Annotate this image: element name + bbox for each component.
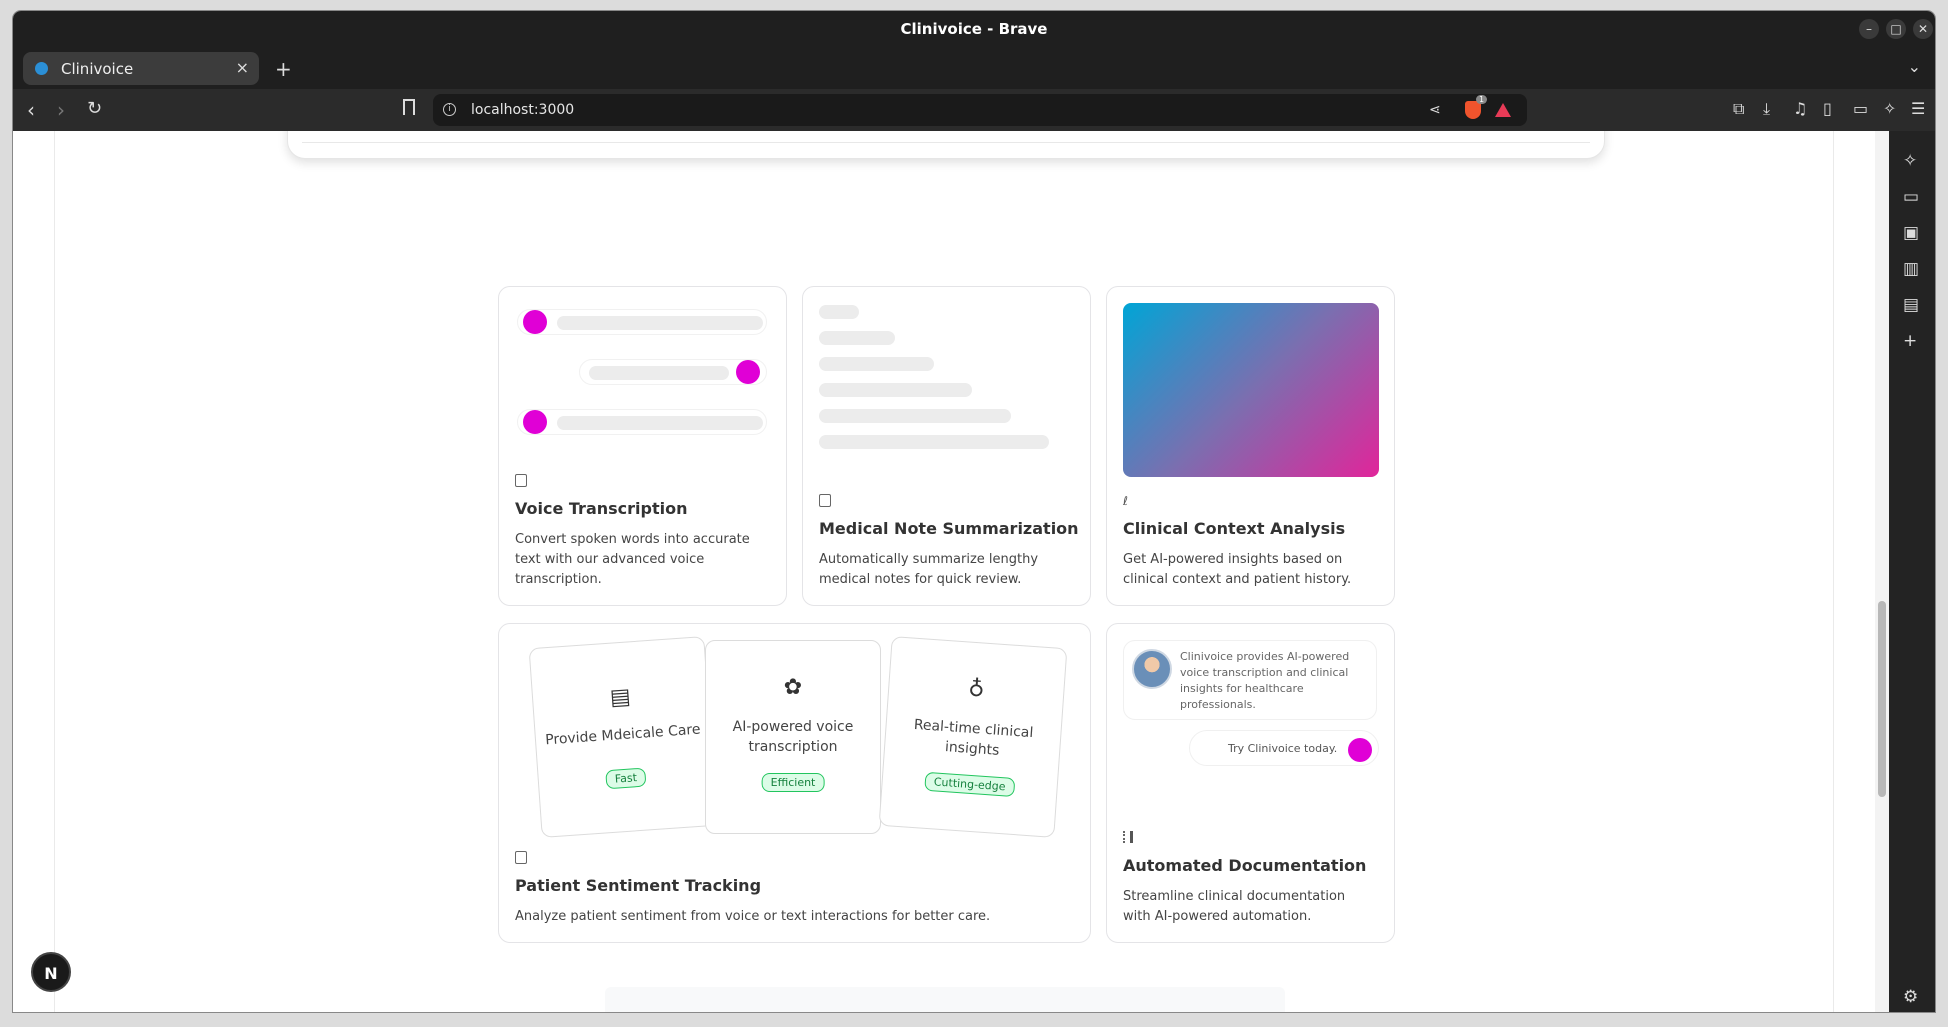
badge-cutting-edge: Cutting-edge [924, 771, 1016, 797]
badge-efficient: Efficient [761, 773, 825, 792]
feature-title: Medical Note Summarization [819, 519, 1079, 538]
wallet-icon[interactable]: ▭ [1853, 99, 1868, 118]
feature-card-voice-transcription: Voice Transcription Convert spoken words… [498, 286, 787, 606]
mini-card-medical-care: ▤ Provide Mdeicale Care Fast [528, 636, 718, 838]
reply-text: Try Clinivoice today. [1228, 742, 1338, 755]
mini-card-label: Real-time clinical insights [913, 716, 1034, 759]
page-border-right [1833, 131, 1834, 1012]
window-title: Clinivoice - Brave [900, 20, 1048, 38]
doctor-avatar [1132, 649, 1172, 689]
stethoscope-icon: ♁ [967, 676, 986, 703]
page-border-left [54, 131, 55, 1012]
extensions-icon[interactable]: ⧉ [1733, 99, 1744, 119]
signature-icon: ℓ [1123, 494, 1128, 508]
favicon-icon [35, 62, 48, 75]
back-button[interactable]: ‹ [27, 98, 35, 122]
page-scrollbar[interactable] [1875, 131, 1889, 1012]
browser-window: Clinivoice - Brave – □ ✕ Clinivoice × + … [13, 11, 1935, 1012]
new-tab-button[interactable]: + [275, 57, 292, 81]
feature-description: Get AI-powered insights based on clinica… [1123, 552, 1352, 587]
skeleton-line [819, 435, 1049, 449]
mini-card-voice-transcription: ✿ AI-powered voice transcription Efficie… [705, 640, 881, 834]
badge-fast: Fast [605, 767, 647, 790]
feature-card-automated-documentation: Clinivoice provides AI-powered voice tra… [1106, 623, 1395, 943]
leo-sidebar-icon[interactable]: ✧ [1903, 151, 1917, 171]
share-icon[interactable]: ⋖ [1429, 102, 1441, 118]
skeleton-line [557, 416, 763, 430]
sidebar-toggle-icon[interactable]: ▯ [1823, 99, 1832, 118]
hospital-icon: ▤ [608, 684, 632, 711]
wallet-sidebar-icon[interactable]: ▣ [1903, 223, 1919, 243]
add-sidebar-item-icon[interactable]: + [1903, 331, 1917, 351]
bookmarks-sidebar-icon[interactable]: ▥ [1903, 259, 1919, 279]
gradient-preview [1123, 303, 1379, 477]
chat-message-text: Clinivoice provides AI-powered voice tra… [1180, 650, 1350, 711]
page-viewport: Voice Transcription Convert spoken words… [13, 131, 1875, 1012]
speaker-dot-icon [523, 310, 547, 334]
tab-close-icon[interactable]: × [236, 58, 249, 77]
speaker-dot-icon [523, 410, 547, 434]
browser-toolbar: ‹ › ↻ i localhost:3000 ⋖ 1 ⧉ ⤓ ♫ ▯ ▭ ✧ ☰ [13, 89, 1935, 131]
skeleton-line [557, 316, 763, 330]
feature-title: Voice Transcription [515, 499, 688, 518]
brave-sidebar: ✧ ▭ ▣ ▥ ▤ + ⚙ [1889, 131, 1935, 1012]
table-icon [515, 851, 527, 864]
feature-title: Automated Documentation [1123, 856, 1367, 875]
file-icon [819, 494, 831, 507]
leo-ai-icon[interactable]: ✧ [1883, 99, 1896, 118]
feature-title: Patient Sentiment Tracking [515, 876, 762, 895]
media-icon[interactable]: ♫ [1793, 99, 1807, 118]
skeleton-line [819, 383, 972, 397]
skeleton-line [819, 305, 859, 319]
brain-icon: ✿ [783, 675, 803, 700]
previous-section-card [287, 131, 1605, 159]
address-bar[interactable]: i localhost:3000 ⋖ 1 [433, 94, 1527, 126]
clipboard-icon [515, 474, 527, 487]
feature-card-medical-note-summarization: Medical Note Summarization Automatically… [802, 286, 1091, 606]
mini-card-clinical-insights: ♁ Real-time clinical insights Cutting-ed… [878, 636, 1068, 838]
reload-button[interactable]: ↻ [87, 98, 102, 119]
minimize-button[interactable]: – [1859, 19, 1879, 39]
feature-description: Analyze patient sentiment from voice or … [515, 909, 991, 924]
tab-strip: Clinivoice × + ⌄ [13, 48, 1935, 89]
tab-label: Clinivoice [61, 60, 134, 78]
skeleton-line [819, 409, 1011, 423]
close-window-button[interactable]: ✕ [1913, 19, 1933, 39]
speaker-dot-icon [736, 360, 760, 384]
maximize-button[interactable]: □ [1886, 19, 1906, 39]
scrollbar-thumb[interactable] [1878, 601, 1886, 797]
feature-title: Clinical Context Analysis [1123, 519, 1346, 538]
reply-bubble: Try Clinivoice today. [1189, 730, 1379, 766]
brave-rewards-icon[interactable] [1495, 103, 1511, 117]
mini-card-label: Provide Mdeicale Care [544, 721, 701, 749]
feature-card-patient-sentiment-tracking: ▤ Provide Mdeicale Care Fast ✿ AI-powere… [498, 623, 1091, 943]
chat-message-box: Clinivoice provides AI-powered voice tra… [1123, 640, 1377, 720]
menu-icon[interactable]: ☰ [1911, 99, 1925, 118]
site-info-icon[interactable]: i [443, 103, 456, 116]
feature-description: Streamline clinical documentation with A… [1123, 889, 1346, 924]
nextjs-dev-button[interactable]: N [31, 952, 71, 992]
download-icon[interactable]: ⤓ [1763, 99, 1770, 119]
shield-count-badge: 1 [1476, 95, 1488, 104]
tab-clinivoice[interactable]: Clinivoice × [23, 52, 259, 85]
settings-gear-icon[interactable]: ⚙ [1903, 987, 1918, 1007]
bookmark-icon[interactable] [403, 99, 415, 115]
feature-description: Convert spoken words into accurate text … [515, 532, 750, 587]
feature-description: Automatically summarize lengthy medical … [819, 552, 1039, 587]
url-text: localhost:3000 [471, 102, 575, 118]
skeleton-line [589, 366, 729, 380]
previous-section-divider [302, 142, 1590, 143]
reading-list-icon[interactable]: ▭ [1903, 187, 1919, 207]
mini-card-label: AI-powered voice transcription [732, 719, 854, 755]
next-section-block [605, 987, 1285, 1012]
forward-button[interactable]: › [57, 98, 65, 122]
history-sidebar-icon[interactable]: ▤ [1903, 295, 1919, 315]
feature-card-clinical-context-analysis: ℓ Clinical Context Analysis Get AI-power… [1106, 286, 1395, 606]
skeleton-line [819, 331, 895, 345]
tab-list-chevron-icon[interactable]: ⌄ [1908, 57, 1921, 76]
reply-dot-icon [1348, 738, 1372, 762]
title-bar: Clinivoice - Brave – □ ✕ [13, 11, 1935, 48]
skeleton-line [819, 357, 934, 371]
document-icon [1123, 831, 1133, 843]
